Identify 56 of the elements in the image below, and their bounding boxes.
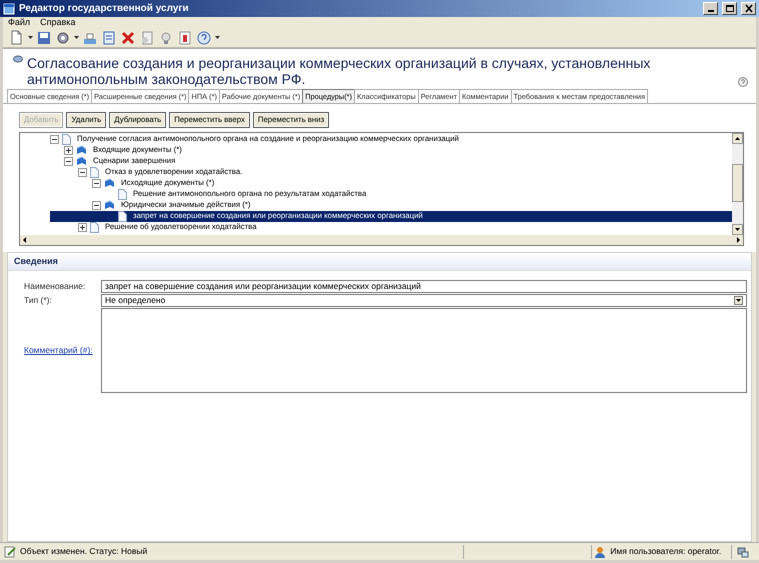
caret-icon[interactable] <box>28 36 33 40</box>
app-icon <box>3 2 15 14</box>
document-icon <box>118 188 127 200</box>
help-icon[interactable] <box>738 77 748 87</box>
book-icon <box>76 145 87 156</box>
document-icon <box>90 166 99 178</box>
horizontal-scrollbar[interactable] <box>20 234 743 245</box>
network-icon <box>736 546 748 558</box>
gear-icon[interactable] <box>55 30 71 46</box>
collapse-icon[interactable] <box>64 156 73 166</box>
vertical-scrollbar[interactable] <box>732 132 743 235</box>
collapse-icon[interactable] <box>50 134 59 144</box>
book-icon <box>104 200 115 210</box>
document-icon[interactable] <box>101 30 117 46</box>
user-name: Имя пользователя: operator. <box>610 545 722 558</box>
document-icon <box>118 210 127 222</box>
bookmark-icon[interactable] <box>177 30 193 46</box>
close-icon <box>744 4 754 13</box>
minimize-icon <box>708 10 714 12</box>
book-icon <box>76 156 87 166</box>
maximize-icon <box>724 4 734 13</box>
expand-icon[interactable] <box>64 146 73 155</box>
help-icon[interactable] <box>196 30 212 46</box>
input-field[interactable]: запрет на совершение создания или реорганизации коммерческих организаций <box>101 280 747 294</box>
edit-icon <box>4 546 16 558</box>
maximize-button[interactable] <box>722 2 737 15</box>
comment-link[interactable]: Комментарий (#): <box>24 344 101 358</box>
menu-item[interactable]: Справка <box>40 16 76 30</box>
collapse-icon[interactable] <box>92 200 101 210</box>
scroll-up-icon[interactable] <box>732 132 743 144</box>
user-icon <box>594 546 606 558</box>
field-label: Тип (*): <box>24 294 53 308</box>
scrollbar-thumb[interactable] <box>732 164 743 202</box>
caret-icon[interactable] <box>215 36 220 40</box>
expand-icon[interactable] <box>78 222 87 232</box>
text-area[interactable] <box>101 308 747 394</box>
scroll-down-icon[interactable] <box>732 224 743 235</box>
minimize-button[interactable] <box>703 2 718 15</box>
caret-icon[interactable] <box>74 36 79 40</box>
delete-icon[interactable] <box>120 30 136 46</box>
document-icon <box>62 134 71 145</box>
status-message: Объект изменен. Статус: Новый <box>20 545 148 558</box>
dropdown-field[interactable]: Не определено <box>101 294 747 308</box>
collapse-icon[interactable] <box>92 178 101 188</box>
close-button[interactable] <box>741 2 756 15</box>
header-title: Согласование создания и реорганизации коммерческих организаций в случаях, установленных антимонопольным законодательством РФ. <box>27 55 652 87</box>
menu-item[interactable]: Файл <box>8 16 30 30</box>
field-label: Наименование: <box>24 280 86 294</box>
dropdown-icon[interactable] <box>734 296 743 306</box>
collapse-icon[interactable] <box>78 168 87 177</box>
document-icon <box>90 222 99 233</box>
window-title: Редактор государственной услуги <box>19 2 190 16</box>
save-icon[interactable] <box>36 30 52 46</box>
ellipse-icon <box>13 55 23 63</box>
book-icon <box>104 178 115 188</box>
section-header: Сведения <box>8 252 751 272</box>
